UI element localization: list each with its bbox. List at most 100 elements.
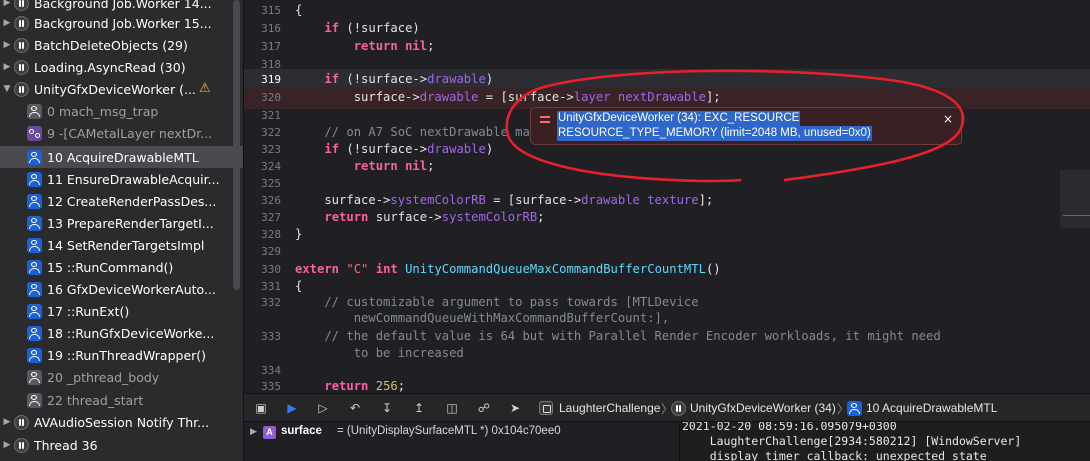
code-text: if (!surface->drawable) <box>324 142 494 156</box>
frame-label: 16 GfxDeviceWorkerAuto... <box>47 281 216 297</box>
line-number: 322 <box>261 126 281 139</box>
code-text: surface->drawable = [surface->layer next… <box>295 90 721 104</box>
thread-icon <box>14 59 29 75</box>
continue-icon[interactable]: ▷ <box>315 400 331 416</box>
person-icon <box>27 392 42 408</box>
thread-row[interactable]: ▶ Thread 36 <box>0 434 243 456</box>
code-text: return surface->systemColorRB; <box>324 210 545 224</box>
code-text: surface->systemColorRB = [surface->drawa… <box>295 193 714 207</box>
thread-icon <box>14 0 29 11</box>
location-icon[interactable]: ➤ <box>507 400 523 416</box>
error-lines-icon <box>536 112 554 140</box>
thread-label: Thread 36 <box>34 437 98 453</box>
frame-label: 9 -[CAMetalLayer nextDr... <box>47 125 213 141</box>
code-text: { <box>295 3 303 17</box>
person-icon <box>27 303 42 319</box>
stack-frame-row[interactable]: 22 thread_start <box>0 389 243 411</box>
line-number: 324 <box>261 160 281 173</box>
frame-label: 13 PrepareRenderTargetI... <box>47 215 214 231</box>
error-annotation-popup[interactable]: UnityGfxDeviceWorker (34): EXC_RESOURCE … <box>530 107 962 145</box>
line-number: 327 <box>261 211 281 224</box>
stack-frame-row[interactable]: 14 SetRenderTargetsImpl <box>0 234 243 256</box>
warning-icon[interactable]: ⚠ <box>199 82 213 96</box>
code-text: // customizable argument to pass towards… <box>295 295 699 309</box>
stack-frame-row[interactable]: 18 ::RunGfxDeviceWorke... <box>0 322 243 344</box>
chevron-right-icon[interactable]: ▶ <box>2 62 12 72</box>
line-number: 320 <box>261 91 281 104</box>
chevron-right-icon[interactable]: ▶ <box>2 40 12 50</box>
stack-frame-row[interactable]: 16 GfxDeviceWorkerAuto... <box>0 278 243 300</box>
navigator-scrollbar[interactable] <box>233 0 240 290</box>
thread-row[interactable]: ▶ Loading.AsyncRead (30) <box>0 56 243 78</box>
stack-frame-row[interactable]: 15 ::RunCommand() <box>0 256 243 278</box>
thread-icon <box>14 437 29 453</box>
code-text: to be increased <box>295 346 464 360</box>
close-icon[interactable]: × <box>943 112 953 126</box>
line-number: 321 <box>261 109 281 122</box>
thread-icon <box>671 401 686 416</box>
step-into-icon[interactable]: ↧ <box>379 400 395 416</box>
stack-frame-row[interactable]: 12 CreateRenderPassDes... <box>0 190 243 212</box>
console-line: LaughterChallenge[2934:580212] [WindowSe… <box>682 434 1022 448</box>
line-number: 325 <box>261 177 281 190</box>
app-icon <box>539 401 553 415</box>
chevron-right-icon[interactable]: ▶ <box>2 18 12 28</box>
variables-view[interactable]: ▶ A surface = (UnityDisplaySurfaceMTL *)… <box>244 422 679 461</box>
thread-icon <box>14 37 29 53</box>
console-output[interactable]: 2021-02-20 08:59:16.095079+0300 Laughter… <box>680 422 1090 461</box>
person-icon <box>27 215 42 231</box>
code-line[interactable]: 335 return 256; <box>244 376 1090 393</box>
person-icon <box>27 259 42 275</box>
stack-frame-row[interactable]: 9 -[CAMetalLayer nextDr... <box>0 122 243 144</box>
thread-icon <box>14 15 29 31</box>
error-message-line: RESOURCE_TYPE_MEMORY (limit=2048 MB, unu… <box>557 126 872 141</box>
breadcrumb-app[interactable]: LaughterChallenge <box>559 401 660 415</box>
chevron-right-icon[interactable]: ▶ <box>2 417 12 427</box>
line-number: 329 <box>261 245 281 258</box>
stack-frame-row[interactable]: 20 _pthread_body <box>0 366 243 388</box>
console-line: display_timer_callback: unexpected state <box>682 449 987 461</box>
stack-frame-row-selected[interactable]: 10 AcquireDrawableMTL <box>0 146 243 168</box>
variable-name: surface <box>281 425 322 437</box>
stack-frame-row[interactable]: 13 PrepareRenderTargetI... <box>0 212 243 234</box>
source-editor[interactable]: 315 { 316 if (!surface) 317 return nil; 3… <box>244 0 1090 393</box>
chevron-right-icon[interactable]: ▶ <box>2 440 12 450</box>
thread-row-expanded[interactable]: ▼ UnityGfxDeviceWorker (... ⚠ <box>0 78 243 100</box>
thread-row[interactable]: ▶ BatchDeleteObjects (29) <box>0 34 243 56</box>
person-icon <box>27 103 42 119</box>
stack-frame-row[interactable]: 17 ::RunExt() <box>0 300 243 322</box>
thread-row[interactable]: ▶ Background Job.Worker 15... <box>0 12 243 34</box>
breadcrumb-frame[interactable]: 10 AcquireDrawableMTL <box>866 401 997 415</box>
thread-icon <box>14 81 29 97</box>
stack-frame-row[interactable]: 19 ::RunThreadWrapper() <box>0 344 243 366</box>
step-out-icon[interactable]: ↥ <box>411 400 427 416</box>
frame-label: 22 thread_start <box>47 392 144 408</box>
code-text: return 256; <box>324 379 406 393</box>
breadcrumb-thread[interactable]: UnityGfxDeviceWorker (34) <box>690 401 836 415</box>
stack-frame-row[interactable]: 0 mach_msg_trap <box>0 100 243 122</box>
error-message[interactable]: UnityGfxDeviceWorker (34): EXC_RESOURCE … <box>557 111 872 141</box>
line-number: 323 <box>261 143 281 156</box>
thread-row[interactable]: ▶ AVAudioSession Notify Thr... <box>0 411 243 433</box>
objc-icon <box>27 125 42 141</box>
step-over-icon[interactable]: ↶ <box>347 400 363 416</box>
thread-label: BatchDeleteObjects (29) <box>34 37 188 53</box>
frame-label: 15 ::RunCommand() <box>47 259 174 275</box>
minimap-viewport[interactable] <box>1060 170 1090 228</box>
memory-graph-icon[interactable]: ☍ <box>476 400 492 416</box>
stack-frame-row[interactable]: 11 EnsureDrawableAcquir... <box>0 168 243 190</box>
chevron-right-icon[interactable]: ▶ <box>250 426 257 437</box>
view-hierarchy-icon[interactable]: ◫ <box>444 400 460 416</box>
person-icon <box>27 281 42 297</box>
frame-label: 12 CreateRenderPassDes... <box>47 193 217 209</box>
breakpoints-toggle-icon[interactable]: ▶ <box>284 400 300 416</box>
chevron-down-icon[interactable]: ▼ <box>2 84 12 94</box>
line-number: 333 <box>261 330 281 343</box>
line-number: 328 <box>261 228 281 241</box>
line-number: 335 <box>261 380 281 393</box>
hide-debug-area-icon[interactable]: ▣ <box>253 400 269 416</box>
chevron-right-icon[interactable]: ▶ <box>2 0 12 8</box>
code-text: { <box>295 279 303 293</box>
thread-label: Background Job.Worker 15... <box>34 15 212 31</box>
thread-label: Background Job.Worker 14... <box>34 0 212 11</box>
